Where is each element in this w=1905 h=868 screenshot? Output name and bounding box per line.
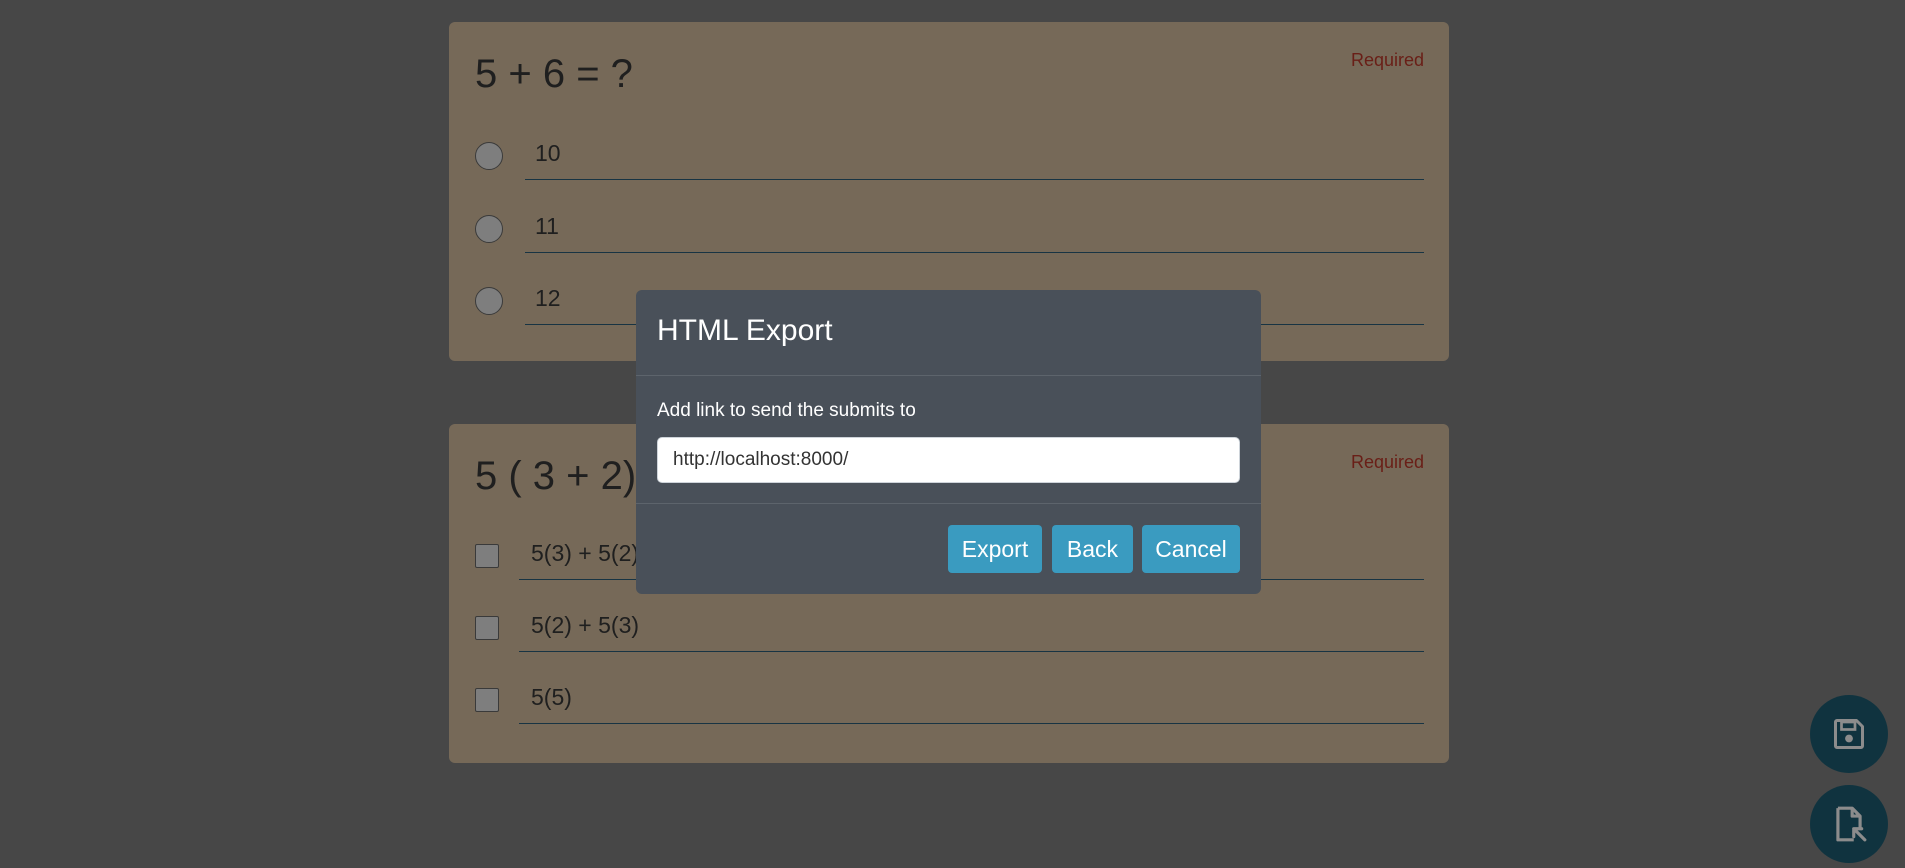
cancel-button[interactable]: Cancel bbox=[1142, 525, 1240, 573]
back-button[interactable]: Back bbox=[1052, 525, 1133, 573]
url-field-label: Add link to send the submits to bbox=[657, 400, 916, 421]
submit-url-input[interactable] bbox=[657, 437, 1240, 483]
dialog-header: HTML Export bbox=[636, 290, 1261, 376]
html-export-dialog: HTML Export Add link to send the submits… bbox=[636, 290, 1261, 594]
export-button[interactable]: Export bbox=[948, 525, 1042, 573]
dialog-body: Add link to send the submits to bbox=[636, 376, 1261, 504]
dialog-title: HTML Export bbox=[657, 314, 833, 347]
dialog-footer: Export Back Cancel bbox=[636, 504, 1261, 594]
